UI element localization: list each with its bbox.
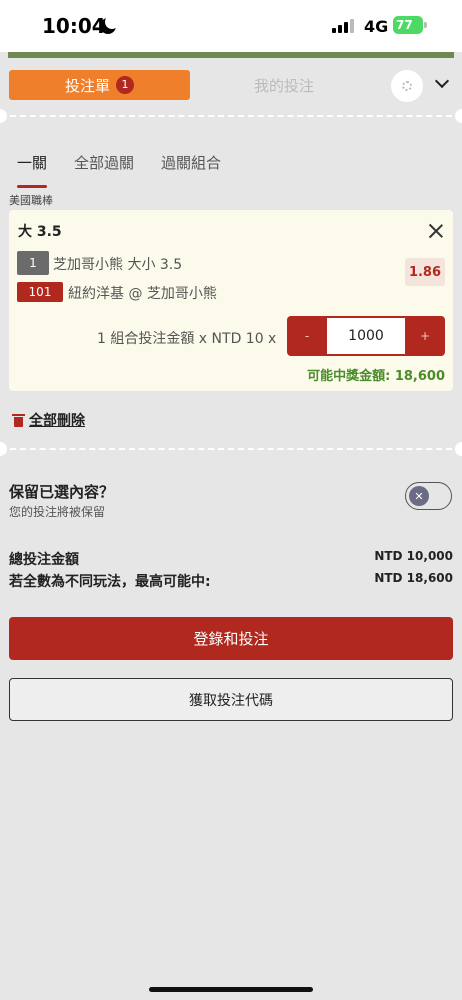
divider-notch [455,442,462,456]
selection-title: 大 3.5 [18,224,62,240]
tab-betslip[interactable]: 投注單 1 [9,70,190,100]
stake-stepper: - + [287,316,445,356]
stake-input[interactable] [327,318,405,354]
total-stake-row: 總投注金額 NTD 10,000 [9,549,453,569]
decrement-button[interactable]: - [287,316,327,356]
status-time: 10:04 [42,14,106,38]
login-and-bet-button[interactable]: 登錄和投注 [9,617,453,660]
max-win-label: 若全數為不同玩法，最高可能中: [9,574,211,590]
market-text: 芝加哥小熊 大小 3.5 [53,257,183,273]
tab-parlay-combo[interactable]: 過關組合 [161,152,221,178]
divider-notch [0,442,7,456]
trash-icon [12,413,25,427]
total-stake-value: NTD 10,000 [374,549,453,563]
divider-notch [0,109,7,123]
max-win-row: 若全數為不同玩法，最高可能中: NTD 18,600 [9,571,453,591]
max-win-value: NTD 18,600 [374,571,453,585]
battery-icon: 77 [393,16,427,34]
signal-icon [332,19,356,33]
retain-selections-subtitle: 您的投注將被保留 [9,505,106,519]
collapse-button[interactable] [433,73,453,94]
get-bet-code-button[interactable]: 獲取投注代碼 [9,678,453,721]
delete-all-label: 全部刪除 [29,413,85,429]
retain-selections-title: 保留已選內容？ [9,483,115,501]
settings-button[interactable] [391,70,423,102]
bet-type-tabs: 一關 全部過關 過關組合 [17,152,248,188]
retain-toggle[interactable]: ✕ [405,482,452,510]
tab-betslip-label: 投注單 [64,76,110,95]
increment-button[interactable]: + [405,316,445,356]
gear-icon [402,81,412,91]
network-label: 4G [364,17,389,36]
divider-notch [455,109,462,123]
total-stake-label: 總投注金額 [9,552,79,568]
delete-all-button[interactable]: 全部刪除 [12,410,85,430]
betslip-sheet: 投注單 1 我的投注 一關 全部過關 過關組合 美國職棒 大 3.5 1 芝加哥… [0,58,462,1000]
betslip-count-badge: 1 [116,76,134,94]
chevron-down-icon [434,73,450,89]
bet-selection-card: 大 3.5 1 芝加哥小熊 大小 3.5 101 紐約洋基 @ 芝加哥小熊 1.… [9,210,453,391]
league-label: 美國職棒 [9,194,53,207]
market-code-badge: 1 [17,251,49,275]
toggle-off-icon: ✕ [409,486,429,506]
tab-my-bets[interactable]: 我的投注 [199,70,369,100]
close-icon[interactable] [427,222,445,240]
potential-payout: 可能中獎金額: 18,600 [307,369,445,384]
stake-label: 1 組合投注金額 x NTD 10 x [97,331,277,347]
moon-icon [100,15,119,34]
tab-all-parlay[interactable]: 全部過關 [74,152,134,178]
match-code-badge: 101 [17,282,63,302]
divider [0,448,462,450]
match-text: 紐約洋基 @ 芝加哥小熊 [68,286,217,302]
home-indicator [149,987,313,992]
status-bar: 10:04 4G 77 [0,0,462,52]
odds-value: 1.86 [405,258,445,286]
tab-single[interactable]: 一關 [17,152,48,188]
divider [0,115,462,117]
betslip-tab-bar: 投注單 1 我的投注 [9,70,453,102]
